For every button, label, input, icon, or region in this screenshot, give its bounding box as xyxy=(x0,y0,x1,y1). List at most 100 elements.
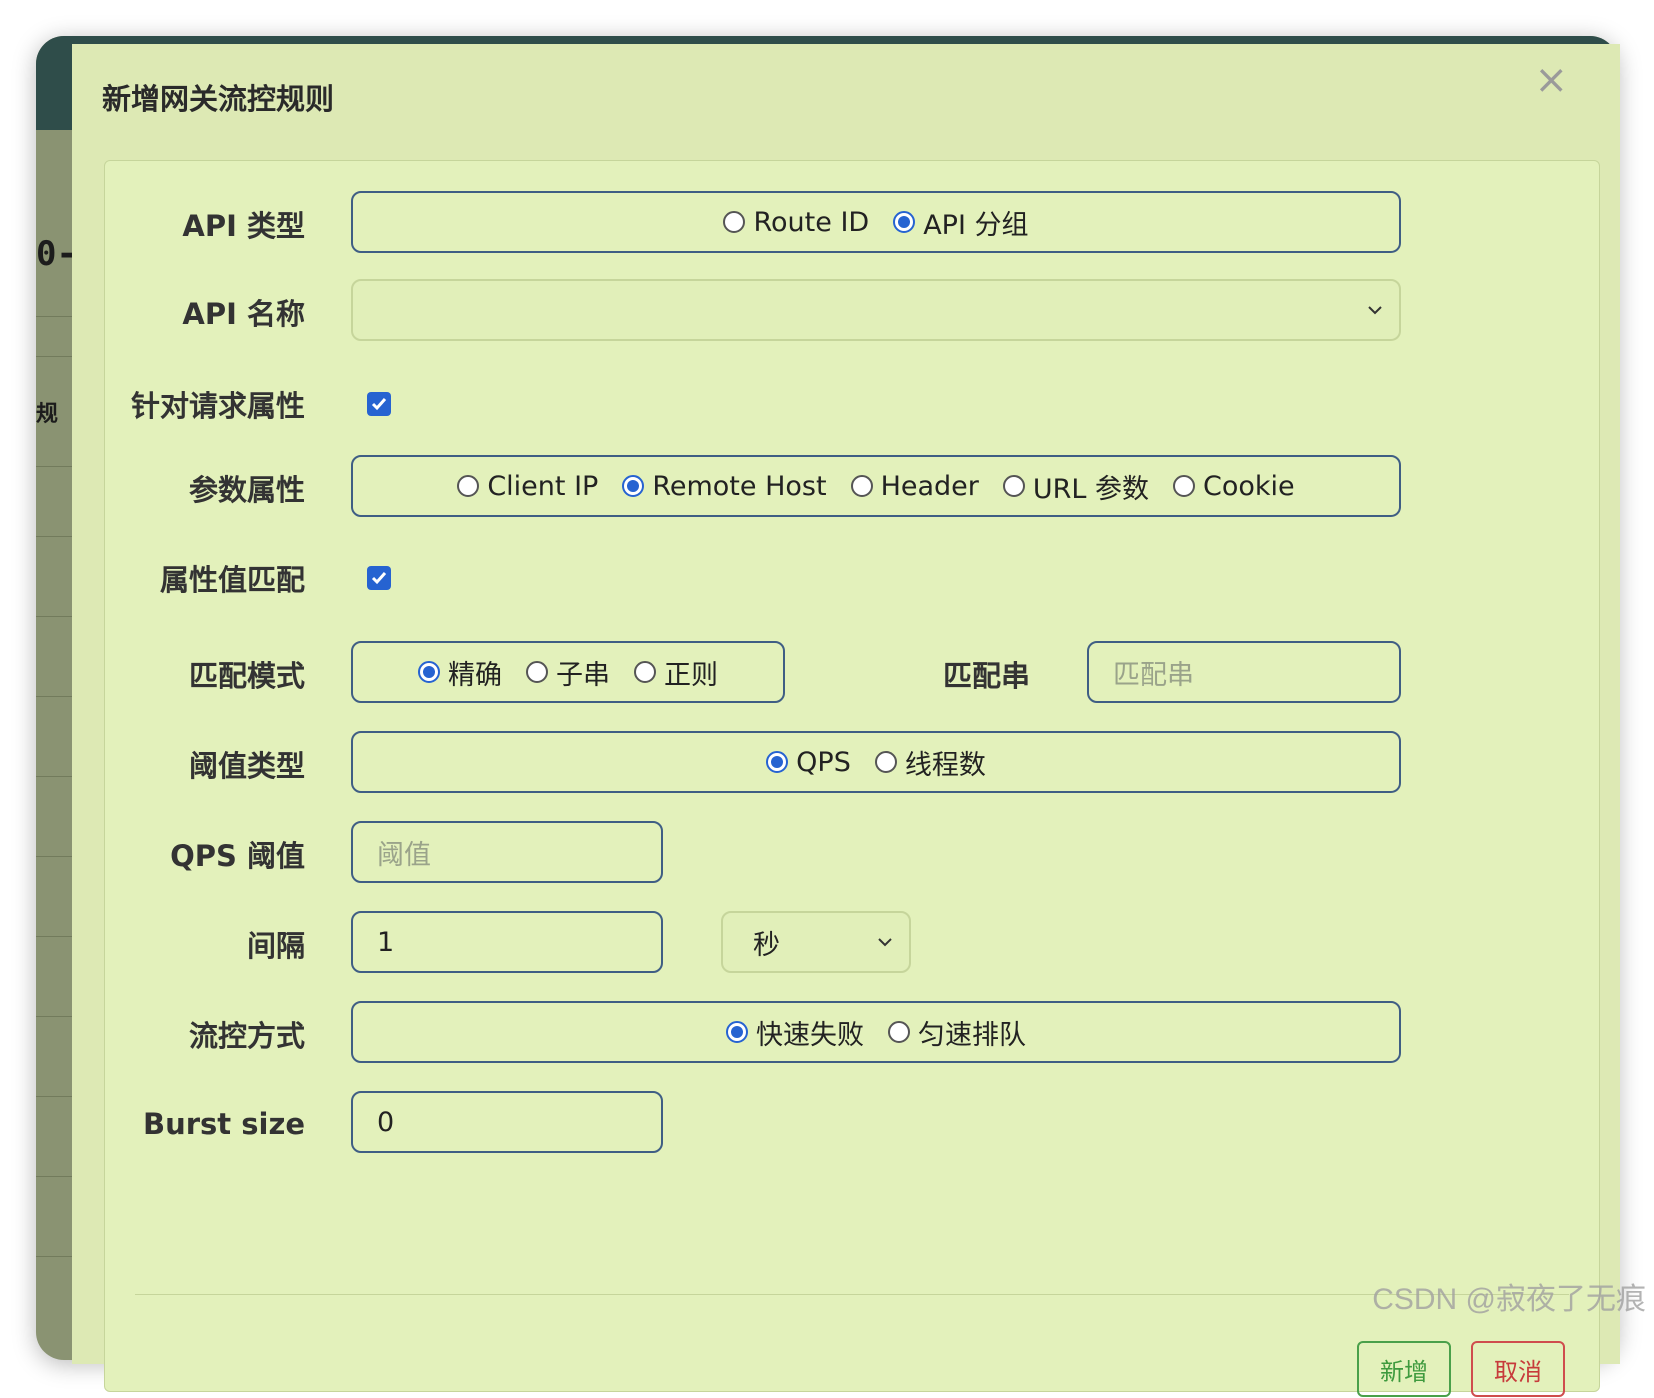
radio-thread-count[interactable]: 线程数 xyxy=(874,743,986,782)
radio-exact[interactable]: 精确 xyxy=(418,653,502,692)
qps-threshold-input[interactable]: 阈值 xyxy=(351,821,663,883)
api-type-row: API 类型 Route ID API 分组 xyxy=(105,191,1599,257)
radio-header[interactable]: Header xyxy=(850,470,979,502)
radio-api-group[interactable]: API 分组 xyxy=(893,203,1029,242)
checkmark-icon xyxy=(371,572,387,585)
api-name-row: API 名称 xyxy=(105,279,1599,345)
attr-match-label: 属性值匹配 xyxy=(159,563,305,597)
radio-label: URL 参数 xyxy=(1032,473,1150,505)
control-behavior-label: 流控方式 xyxy=(188,1019,305,1053)
background-text-fragment: 0- xyxy=(36,234,77,274)
form-panel: API 类型 Route ID API 分组 API 名称 针对请求属性 参数属… xyxy=(104,160,1600,1397)
attr-match-checkbox[interactable] xyxy=(367,566,391,590)
interval-unit-select[interactable]: 秒 xyxy=(721,911,911,973)
burst-size-value: 0 xyxy=(377,1106,395,1138)
chevron-down-icon xyxy=(1368,306,1382,315)
add-gateway-rule-modal: 新增网关流控规则 × API 类型 Route ID API 分组 API 名称 xyxy=(72,44,1620,1397)
radio-label: Client IP xyxy=(487,470,599,502)
match-mode-radio-group: 精确 子串 正则 xyxy=(351,641,785,703)
radio-label: 正则 xyxy=(664,659,718,691)
background-divider xyxy=(36,856,72,857)
burst-size-input[interactable]: 0 xyxy=(351,1091,663,1153)
request-attr-label: 针对请求属性 xyxy=(130,389,305,423)
radio-cookie[interactable]: Cookie xyxy=(1173,471,1295,502)
attr-match-row: 属性值匹配 xyxy=(105,545,1599,611)
request-attr-checkbox[interactable] xyxy=(367,392,391,416)
threshold-type-row: 阈值类型 QPS 线程数 xyxy=(105,731,1599,797)
control-behavior-row: 流控方式 快速失败 匀速排队 xyxy=(105,1001,1599,1067)
pattern-input[interactable]: 匹配串 xyxy=(1087,641,1401,703)
radio-circle-checked xyxy=(766,751,789,773)
background-divider xyxy=(36,1176,72,1177)
radio-route-id[interactable]: Route ID xyxy=(723,207,869,238)
radio-url-param[interactable]: URL 参数 xyxy=(1002,467,1150,506)
api-name-select[interactable] xyxy=(351,279,1401,341)
radio-label: Remote Host xyxy=(652,470,827,502)
radio-substring[interactable]: 子串 xyxy=(526,653,610,692)
radio-circle-checked xyxy=(418,661,440,683)
burst-size-label: Burst size xyxy=(142,1107,305,1141)
modal-title: 新增网关流控规则 xyxy=(102,82,335,116)
request-attr-row: 针对请求属性 xyxy=(105,371,1599,437)
control-behavior-radio-group: 快速失败 匀速排队 xyxy=(351,1001,1401,1063)
background-divider xyxy=(36,1096,72,1097)
match-mode-row: 匹配模式 精确 子串 正则 匹配串 匹配串 xyxy=(105,641,1599,707)
background-text-fragment-2: 规 xyxy=(36,402,59,427)
radio-circle xyxy=(874,751,897,773)
interval-input[interactable]: 1 xyxy=(351,911,663,973)
radio-circle xyxy=(1002,475,1025,497)
param-attr-row: 参数属性 Client IP Remote Host Header URL 参数 xyxy=(105,455,1599,521)
radio-label: API 分组 xyxy=(923,209,1029,241)
background-divider xyxy=(36,696,72,697)
radio-qps[interactable]: QPS xyxy=(766,747,851,778)
match-mode-label: 匹配模式 xyxy=(188,659,305,693)
background-divider xyxy=(36,1256,72,1257)
checkmark-icon xyxy=(371,398,387,411)
radio-label: 线程数 xyxy=(904,749,986,781)
radio-label: Header xyxy=(880,470,979,502)
radio-circle xyxy=(526,661,548,683)
background-divider xyxy=(36,936,72,937)
chevron-down-icon xyxy=(878,938,892,947)
interval-value: 1 xyxy=(377,926,395,958)
radio-circle xyxy=(1173,475,1196,497)
close-icon[interactable]: × xyxy=(1534,60,1568,100)
api-name-label: API 名称 xyxy=(182,297,305,331)
radio-circle-checked xyxy=(622,475,645,497)
radio-remote-host[interactable]: Remote Host xyxy=(622,470,827,502)
background-divider xyxy=(36,1016,72,1017)
pattern-placeholder: 匹配串 xyxy=(1113,659,1194,691)
radio-label: 快速失败 xyxy=(756,1019,864,1051)
interval-row: 间隔 1 秒 xyxy=(105,911,1599,977)
add-button[interactable]: 新增 xyxy=(1357,1341,1451,1397)
background-divider xyxy=(36,356,72,357)
interval-label: 间隔 xyxy=(246,929,305,963)
radio-fast-fail[interactable]: 快速失败 xyxy=(726,1013,864,1052)
qps-threshold-placeholder: 阈值 xyxy=(377,839,431,871)
interval-unit-value: 秒 xyxy=(753,929,780,961)
radio-regex[interactable]: 正则 xyxy=(634,653,718,692)
radio-circle-checked xyxy=(726,1021,748,1043)
threshold-type-label: 阈值类型 xyxy=(188,749,305,783)
background-divider xyxy=(36,536,72,537)
api-type-radio-group: Route ID API 分组 xyxy=(351,191,1401,253)
radio-client-ip[interactable]: Client IP xyxy=(457,471,598,502)
param-attr-radio-group: Client IP Remote Host Header URL 参数 Cook… xyxy=(351,455,1401,517)
param-attr-label: 参数属性 xyxy=(188,473,305,507)
radio-circle xyxy=(457,475,480,497)
threshold-type-radio-group: QPS 线程数 xyxy=(351,731,1401,793)
radio-label: Cookie xyxy=(1203,470,1295,502)
radio-circle xyxy=(723,211,746,233)
cancel-button[interactable]: 取消 xyxy=(1471,1341,1565,1397)
api-type-label: API 类型 xyxy=(182,209,305,243)
radio-circle xyxy=(850,475,873,497)
radio-rate-limit-queue[interactable]: 匀速排队 xyxy=(888,1013,1026,1052)
qps-threshold-label: QPS 阈值 xyxy=(170,839,305,873)
radio-label: 精确 xyxy=(448,659,502,691)
background-divider xyxy=(36,466,72,467)
burst-size-row: Burst size 0 xyxy=(105,1091,1599,1157)
background-divider xyxy=(36,776,72,777)
radio-label: Route ID xyxy=(753,206,870,238)
radio-label: QPS xyxy=(796,746,851,778)
radio-circle xyxy=(634,661,656,683)
